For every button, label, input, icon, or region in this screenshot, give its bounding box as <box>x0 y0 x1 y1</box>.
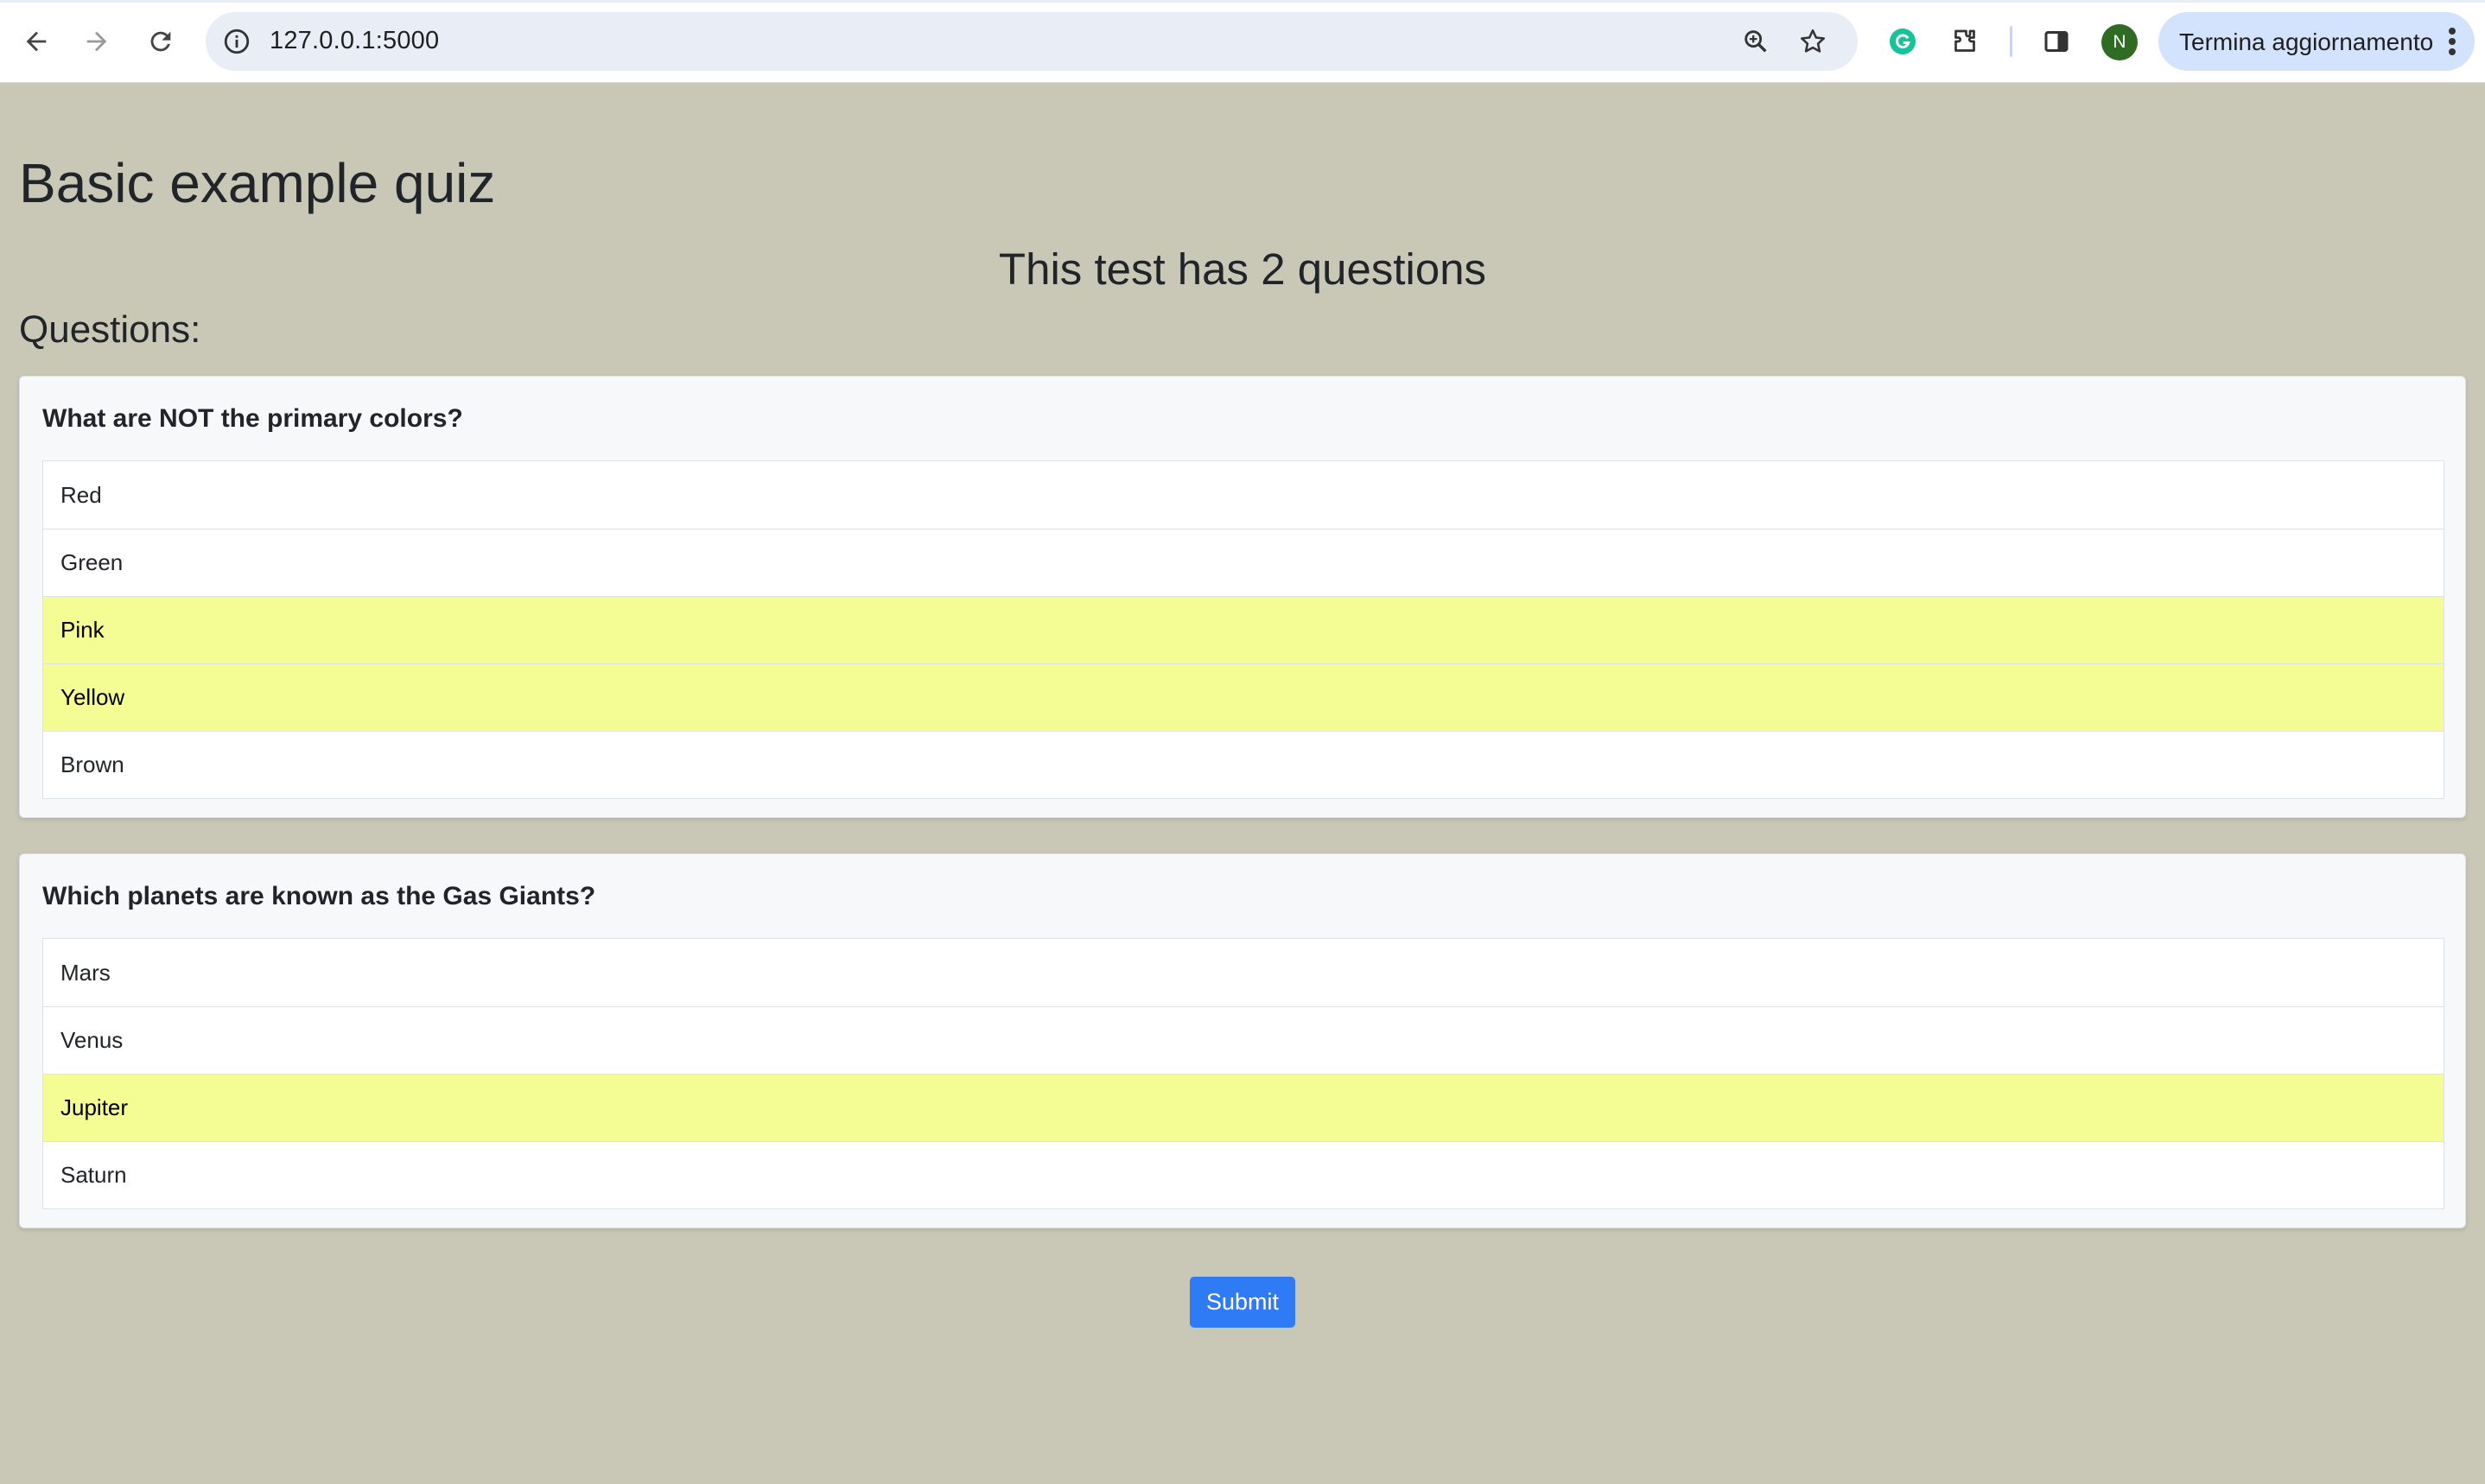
option-item[interactable]: Venus <box>43 1006 2444 1074</box>
question-text: Which planets are known as the Gas Giant… <box>42 882 596 910</box>
option-item[interactable]: Mars <box>43 939 2444 1006</box>
submit-button[interactable]: Submit <box>1190 1277 1295 1328</box>
zoom-icon[interactable] <box>1737 22 1775 60</box>
question-card-1: What are NOT the primary colors? Red Gre… <box>19 376 2466 818</box>
menu-dots-icon <box>2449 28 2456 55</box>
option-item[interactable]: Green <box>43 529 2444 596</box>
loading-bar <box>0 0 2485 3</box>
question-card-2: Which planets are known as the Gas Giant… <box>19 853 2466 1228</box>
address-bar[interactable]: 127.0.0.1:5000 <box>206 12 1858 71</box>
options-list: Mars Venus Jupiter Saturn <box>42 938 2444 1209</box>
reload-button[interactable] <box>138 19 183 64</box>
option-item[interactable]: Saturn <box>43 1141 2444 1208</box>
option-item[interactable]: Jupiter <box>43 1074 2444 1141</box>
extensions-icon[interactable] <box>1944 21 1986 62</box>
page-title: Basic example quiz <box>19 152 496 214</box>
option-item[interactable]: Pink <box>43 596 2444 663</box>
question-count-subtitle: This test has 2 questions <box>998 244 1487 294</box>
option-item[interactable]: Red <box>43 461 2444 529</box>
bookmark-star-icon[interactable] <box>1794 22 1832 60</box>
question-text: What are NOT the primary colors? <box>42 404 463 433</box>
side-panel-icon[interactable] <box>2036 21 2077 62</box>
option-item[interactable]: Brown <box>43 731 2444 798</box>
questions-heading: Questions: <box>19 308 201 351</box>
url-text[interactable]: 127.0.0.1:5000 <box>270 27 439 55</box>
profile-avatar[interactable]: N <box>2101 24 2138 60</box>
update-label: Termina aggiornamento <box>2179 29 2434 55</box>
back-button[interactable] <box>14 19 59 64</box>
option-item[interactable]: Yellow <box>43 663 2444 731</box>
update-button[interactable]: Termina aggiornamento <box>2158 12 2475 71</box>
forward-button[interactable] <box>74 19 119 64</box>
site-info-icon[interactable] <box>218 22 256 60</box>
grammarly-icon[interactable] <box>1882 21 1923 62</box>
back-icon <box>26 31 47 52</box>
toolbar-separator <box>2010 26 2012 57</box>
forward-icon <box>86 31 107 52</box>
reload-icon <box>150 31 171 52</box>
options-list: Red Green Pink Yellow Brown <box>42 460 2444 799</box>
browser-toolbar: 127.0.0.1:5000 N Termina aggiornamento <box>0 0 2485 83</box>
